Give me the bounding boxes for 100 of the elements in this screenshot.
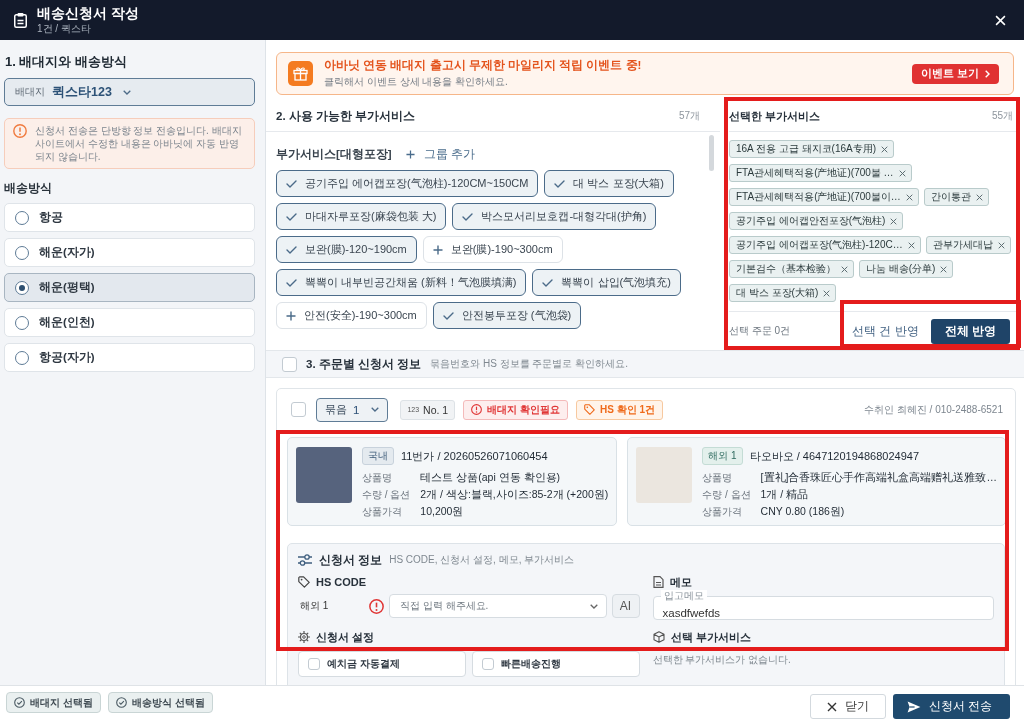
section-title: 1. 배대지와 배송방식 [5, 54, 129, 70]
service-tag[interactable]: 대 박스 포장(大箱) [729, 284, 837, 302]
service-chip[interactable]: 박스모서리보호캡-대형각대(护角) [452, 203, 657, 230]
check-icon [286, 245, 297, 254]
close-icon [907, 241, 915, 249]
memo-field[interactable]: 입고메모 xasdfwefds [652, 590, 994, 620]
event-banner[interactable]: 아바닛 연동 배대지 출고시 무제한 마일리지 적립 이벤트 중! 클릭해서 이벤트 상세 내용을 확인하세요. 이벤트 보기 [276, 52, 1014, 95]
select-all-checkbox[interactable] [282, 356, 297, 372]
section-title: 선택한 부가서비스 [729, 108, 821, 124]
service-tag[interactable]: FTA관세혜택적용(产地证)(700불 … [729, 164, 912, 182]
checkbox[interactable] [308, 658, 320, 670]
close-icon [881, 145, 889, 153]
field-value: [置礼]合香珠匠心手作高端礼盒高端赠礼送雅致… [760, 471, 997, 484]
panel-hint: HS CODE, 신청서 설정, 메모, 부가서비스 [389, 553, 575, 567]
field-value: CNY 0.80 (186원) [760, 505, 846, 518]
forwarder-select[interactable]: 배대지 퀵스타123 [4, 78, 255, 106]
option-checkbox[interactable]: 빠른배송진행 [471, 651, 640, 677]
service-chip[interactable]: 뽁뽁이 삽입(气泡填充) [532, 269, 681, 296]
field-label: 상품명 [362, 471, 393, 484]
apply-all-button[interactable]: 전체 반영 [930, 318, 1010, 344]
service-tag[interactable]: 공기주입 에어캡안전포장(气泡柱) [729, 212, 904, 230]
clipboard-icon [14, 12, 27, 28]
chevron-right-icon [985, 69, 990, 78]
service-chip[interactable]: 보완(膜)-120~190cm [276, 236, 417, 263]
banner-subtitle: 클릭해서 이벤트 상세 내용을 확인하세요. [324, 75, 509, 89]
service-tag[interactable]: FTA관세혜택적용(产地证)(700불이… [729, 188, 919, 206]
radio-button[interactable] [15, 350, 29, 365]
chevron-down-icon [371, 407, 380, 412]
chevron-down-icon [589, 603, 598, 609]
ai-button[interactable]: AI [611, 594, 640, 618]
product-title: 11번가 / 20260526071060454 [401, 448, 548, 464]
plus-icon [405, 149, 415, 159]
field-label: 상품가격 [362, 505, 403, 518]
service-chip[interactable]: 공기주입 에어캡포장(气泡柱)-120CM~150CM [276, 170, 539, 197]
service-tag[interactable]: 간이통관 [923, 188, 989, 206]
apply-selected-button[interactable]: 선택 건 반영 [840, 319, 931, 343]
service-tag[interactable]: 기본검수（基本检验） [729, 260, 854, 278]
submit-button[interactable]: 신청서 전송 [892, 694, 1010, 719]
bundle-select[interactable]: 묶음 1 [316, 397, 389, 422]
service-chip[interactable]: 뽁뽁이 내부빈공간채움 (新料！气泡膜填满) [276, 269, 527, 296]
shipping-method-option[interactable]: 해운(평택) [4, 273, 255, 302]
tag-label: 배대지 확인필요 [487, 402, 560, 417]
shipping-method-option[interactable]: 항공(자가) [4, 343, 255, 372]
tag-icon [584, 404, 595, 415]
check-icon [554, 179, 566, 188]
alert-icon [471, 404, 483, 415]
selection-count: 선택 주문 0건 [729, 324, 792, 338]
empty-message: 선택한 부가서비스가 없습니다. [652, 653, 792, 667]
hs-code-select[interactable]: 직접 입력 해주세요. [389, 594, 607, 618]
radio-button[interactable] [15, 245, 29, 260]
field-label: 상품가격 [702, 505, 744, 518]
order-checkbox[interactable] [291, 402, 306, 417]
service-tag[interactable]: 관부가세대납 [925, 236, 1011, 254]
service-chip[interactable]: 안전(安全)-190~300cm [276, 302, 427, 329]
service-tag[interactable]: 16A 전용 고급 돼지코(16A专用) [729, 140, 895, 158]
subsection-title: 메모 [669, 574, 692, 590]
service-tag[interactable]: 공기주입 에어캡포장(气泡柱)-120C… [729, 236, 921, 254]
service-chip[interactable]: 대 박스 포장(大箱) [544, 170, 674, 197]
window-title: 배송신청서 작성 [37, 5, 140, 22]
radio-button[interactable] [15, 315, 29, 330]
event-button[interactable]: 이벤트 보기 [912, 63, 999, 84]
section-label: 배송방식 [4, 180, 53, 197]
sliders-icon [298, 554, 312, 566]
field-label: 수량 / 옵션 [702, 488, 751, 501]
service-chip[interactable]: 마대자루포장(麻袋包装 大) [276, 203, 447, 230]
close-icon [823, 289, 831, 297]
scrollbar-thumb[interactable] [709, 135, 714, 171]
item-count: 55개 [991, 109, 1013, 123]
service-chip[interactable]: 보완(膜)-190~300cm [422, 236, 563, 263]
status-label: 배송방식 선택됨 [131, 695, 205, 710]
check-circle-icon [14, 697, 25, 708]
close-button[interactable] [995, 14, 1006, 26]
group-title: 부가서비스[대형포장] [276, 146, 392, 162]
radio-button[interactable] [15, 280, 29, 295]
add-group-button[interactable]: 그룹 추가 [405, 145, 475, 163]
field-value: 2개 / 색상:블랙,사이즈:85-2개 (+200원) [420, 488, 609, 501]
check-icon [442, 311, 454, 320]
service-chip[interactable]: 안전봉투포장 (气泡袋) [432, 302, 582, 329]
plus-icon [286, 310, 296, 321]
shipping-method-option[interactable]: 항공 [4, 203, 255, 232]
close-icon [905, 193, 913, 201]
panel-title: 신청서 정보 [319, 552, 383, 568]
shipping-method-option[interactable]: 해운(자가) [4, 238, 255, 267]
cube-icon [652, 631, 665, 643]
radio-button[interactable] [15, 210, 29, 225]
field-label: 해외 1 [299, 599, 330, 613]
gift-icon [288, 61, 313, 86]
checkbox[interactable] [481, 658, 494, 670]
field-value: 1개 / 精品 [760, 488, 810, 501]
shipping-method-option[interactable]: 해운(인천) [4, 308, 255, 337]
close-icon [890, 217, 898, 225]
plus-icon [432, 244, 443, 255]
banner-title: 아바닛 연동 배대지 출고시 무제한 마일리지 적립 이벤트 중! [324, 58, 643, 73]
service-tag[interactable]: 나눔 배송(分单) [859, 260, 954, 278]
option-checkbox[interactable]: 예치금 자동결제 [298, 651, 466, 677]
settings-icon [298, 631, 310, 643]
subsection-title: HS CODE [316, 576, 367, 588]
check-icon [286, 278, 297, 287]
close-icon [995, 14, 1006, 26]
close-button[interactable]: 닫기 [809, 694, 886, 719]
